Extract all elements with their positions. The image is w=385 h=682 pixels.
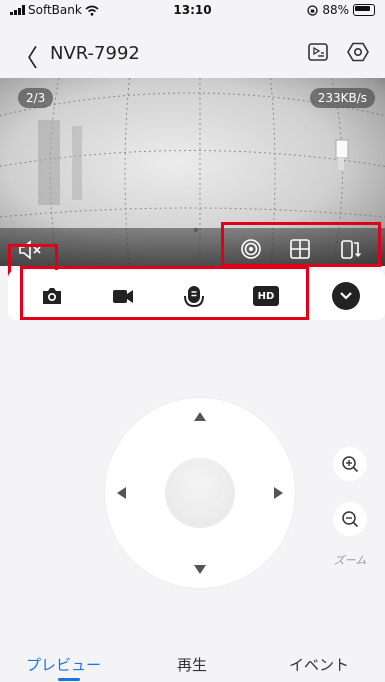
bottom-tab-bar: プレビュー 再生 イベント bbox=[0, 636, 385, 682]
bitrate-badge: 233KB/s bbox=[309, 88, 375, 108]
status-bar: SoftBank 13:10 88% bbox=[0, 0, 385, 22]
settings-hex-icon[interactable] bbox=[346, 40, 370, 64]
back-button[interactable]: 〈 bbox=[14, 38, 38, 73]
zoom-out-icon bbox=[342, 511, 359, 528]
highlight-toolbar bbox=[20, 266, 309, 320]
battery-group: 88% bbox=[307, 3, 375, 17]
active-tab-indicator bbox=[58, 678, 80, 681]
tab-preview[interactable]: プレビュー bbox=[26, 654, 101, 675]
ptz-joystick[interactable] bbox=[105, 398, 295, 588]
tab-playback[interactable]: 再生 bbox=[177, 654, 207, 675]
page-title: NVR-7992 bbox=[50, 43, 140, 64]
lock-rotation-icon bbox=[307, 4, 318, 16]
tab-events[interactable]: イベント bbox=[289, 654, 349, 675]
ptz-right-arrow[interactable] bbox=[274, 487, 283, 499]
ptz-down-arrow[interactable] bbox=[194, 565, 206, 574]
chevron-down-icon bbox=[340, 292, 352, 300]
zoom-in-icon bbox=[342, 456, 359, 473]
nav-bar: 〈 NVR-7992 bbox=[0, 28, 385, 76]
expand-toolbar-button[interactable] bbox=[332, 282, 360, 310]
camera-page-indicator: 2/3 bbox=[18, 88, 54, 108]
ptz-center-knob[interactable] bbox=[165, 458, 235, 528]
zoom-label: ズーム bbox=[333, 554, 367, 567]
battery-icon bbox=[353, 4, 375, 16]
highlight-view-controls bbox=[221, 222, 381, 267]
playlist-icon[interactable] bbox=[306, 40, 330, 64]
battery-percent: 88% bbox=[322, 3, 349, 17]
zoom-in-button[interactable] bbox=[333, 447, 367, 481]
ptz-up-arrow[interactable] bbox=[194, 412, 206, 421]
ptz-left-arrow[interactable] bbox=[117, 487, 126, 499]
zoom-out-button[interactable] bbox=[333, 502, 367, 536]
